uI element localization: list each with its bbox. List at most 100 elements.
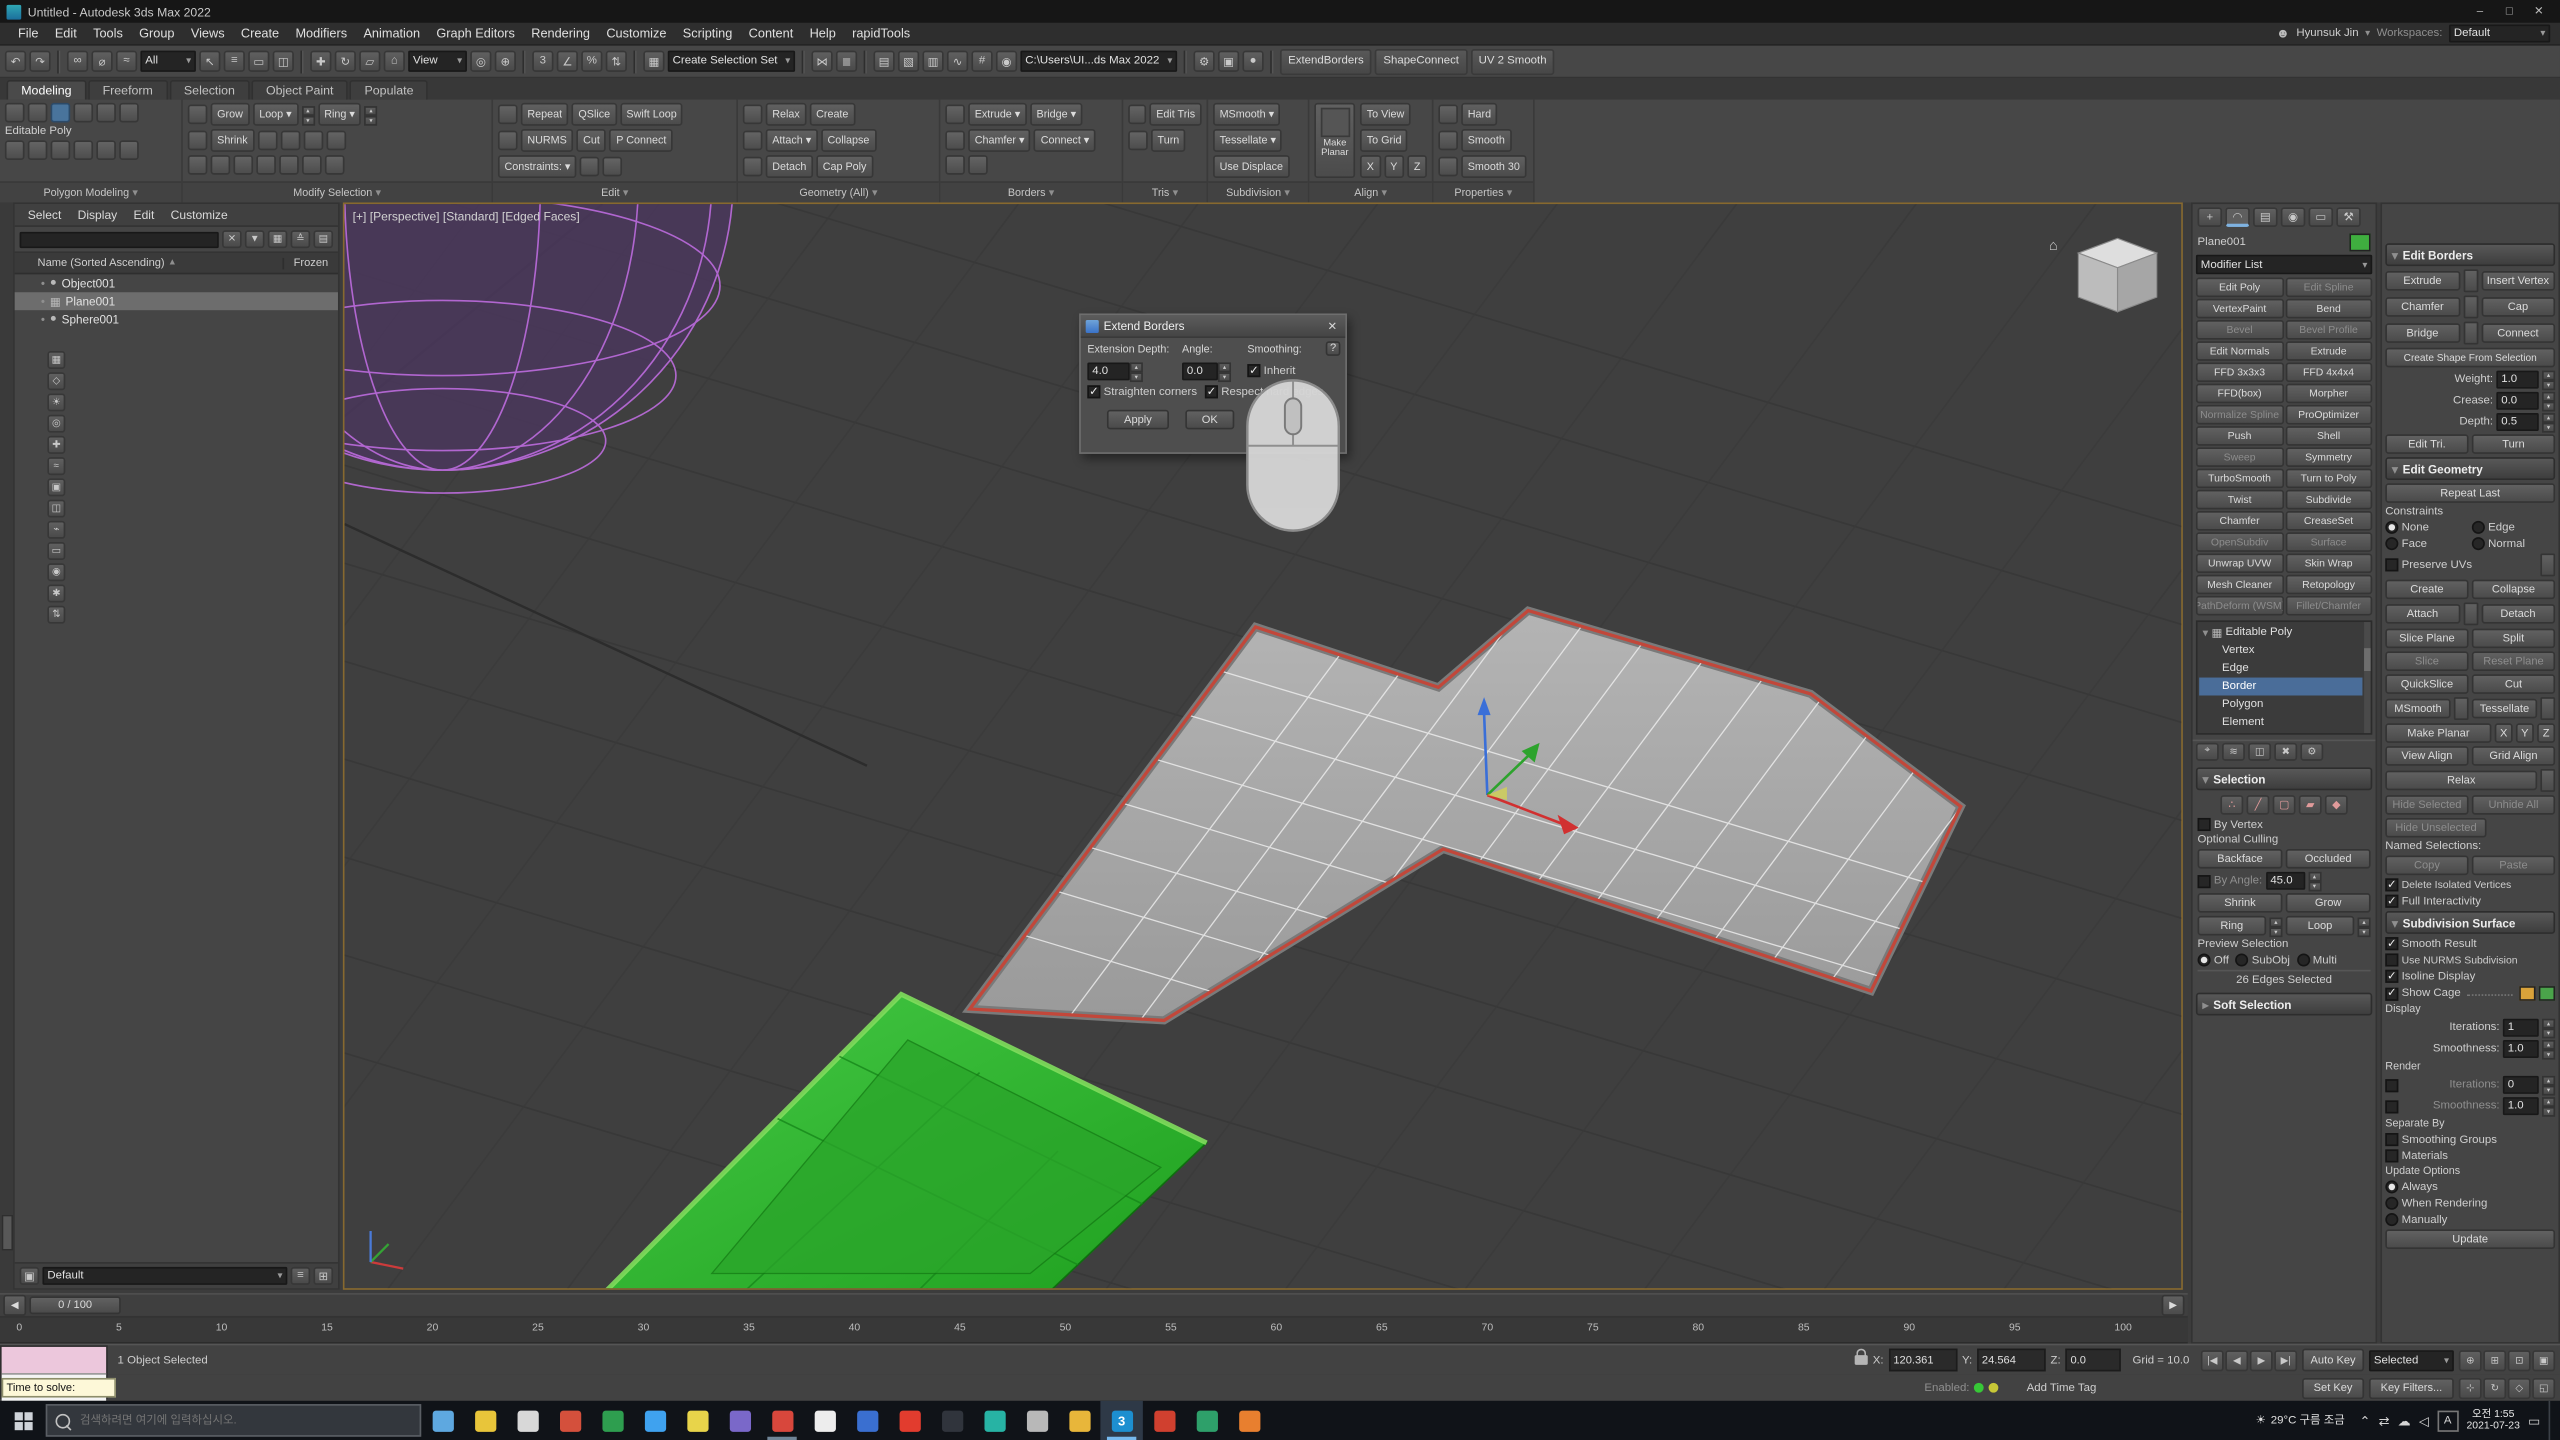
ribbon-button-y[interactable]: Y [1384, 155, 1404, 178]
edge-subobject-icon[interactable]: ╱ [2247, 795, 2270, 815]
custom-button-shapeconnect[interactable]: ShapeConnect [1375, 48, 1467, 74]
network-icon[interactable]: ⇄ [2379, 1413, 2390, 1428]
use-pivot-point-center-icon[interactable]: ◎ [470, 51, 491, 72]
ribbon-icon[interactable] [257, 131, 277, 151]
frame-tick-0[interactable]: 0 [16, 1322, 22, 1333]
ribbon-icon[interactable] [498, 131, 518, 151]
taskbar-app-icon-2[interactable] [464, 1401, 506, 1440]
by-angle-checkbox[interactable] [2198, 874, 2211, 887]
angle-snap-toggle-icon[interactable]: ∠ [557, 51, 578, 72]
modifier-button-surface[interactable]: Surface [2285, 532, 2372, 552]
ribbon-icon[interactable] [302, 155, 322, 175]
scene-object-row-object001[interactable]: •●Object001 [15, 274, 338, 292]
smooth-result-row[interactable]: Smooth Result [2385, 937, 2555, 950]
explorer-menu-display[interactable]: Display [71, 207, 124, 222]
y-coordinate-field[interactable]: 24.564 [1977, 1349, 2046, 1372]
button-cap[interactable]: Cap [2481, 297, 2555, 317]
menu-group[interactable]: Group [131, 26, 183, 41]
frame-tick-10[interactable]: 10 [216, 1322, 228, 1333]
preserve-uvs-checkbox[interactable] [2385, 558, 2398, 571]
paste-button[interactable]: Paste [2472, 856, 2555, 876]
frame-tick-75[interactable]: 75 [1587, 1322, 1599, 1333]
project-folder-dropdown[interactable]: C:\Users\UI...ds Max 2022▾ [1020, 51, 1177, 72]
remove-modifier-icon[interactable]: ✖ [2274, 743, 2297, 761]
ribbon-panel-label-align[interactable]: Align▾ [1309, 181, 1431, 202]
ribbon-button-turn[interactable]: Turn [1151, 129, 1186, 152]
frame-tick-95[interactable]: 95 [2009, 1322, 2021, 1333]
display-frozen-icon[interactable]: ✱ [47, 584, 65, 602]
view-align-button[interactable]: View Align [2385, 746, 2468, 766]
extension-depth-spinner[interactable]: ▴▾ [1130, 362, 1143, 380]
frame-tick-55[interactable]: 55 [1165, 1322, 1177, 1333]
ribbon-tab-modeling[interactable]: Modeling [7, 80, 87, 100]
select-object-icon[interactable]: ↖ [199, 51, 220, 72]
previous-frame-icon[interactable]: ◀ [2225, 1349, 2248, 1370]
notification-center-icon[interactable]: ▭ [2528, 1413, 2540, 1428]
frame-tick-15[interactable]: 15 [321, 1322, 333, 1333]
weight-field[interactable]: 1.0 [2496, 371, 2538, 389]
scene-object-row-sphere001[interactable]: •●Sphere001 [15, 310, 338, 328]
motion-tab-icon[interactable]: ◉ [2281, 207, 2305, 227]
go-to-end-icon[interactable]: ▶| [2274, 1349, 2297, 1370]
taskbar-app-icon-20[interactable] [1228, 1401, 1270, 1440]
button-insert-vertex[interactable]: Insert Vertex [2481, 271, 2555, 291]
button-split[interactable]: Split [2472, 629, 2555, 649]
settings-icon[interactable]: ▤ [313, 230, 333, 248]
frame-tick-50[interactable]: 50 [1060, 1322, 1072, 1333]
hide-unselected-button[interactable]: Hide Unselected [2385, 818, 2486, 838]
named-selection-sets-dropdown[interactable]: Create Selection Set▾ [668, 51, 795, 72]
time-slider[interactable]: ◀ 0 / 100 ▶ [0, 1293, 2188, 1317]
frame-tick-45[interactable]: 45 [954, 1322, 966, 1333]
ribbon-icon[interactable] [603, 157, 623, 177]
select-and-link-icon[interactable]: ∞ [67, 51, 88, 72]
constraint-face-radio-row[interactable]: Face [2385, 537, 2468, 550]
button-detach[interactable]: Detach [2481, 604, 2555, 624]
explorer-menu-select[interactable]: Select [21, 207, 68, 222]
ribbon-panel-label-edit[interactable]: Edit▾ [493, 181, 736, 202]
stack-item-border[interactable]: Border [2199, 678, 2362, 696]
column-chooser-icon[interactable]: ▦ [268, 230, 288, 248]
ribbon-button-ring[interactable]: Ring ▾ [318, 103, 362, 126]
go-to-start-icon[interactable]: |◀ [2201, 1349, 2224, 1370]
modifier-button-edit-normals[interactable]: Edit Normals [2196, 341, 2283, 361]
filter-dropdown-icon[interactable]: ▼ [245, 230, 265, 248]
ime-indicator[interactable]: A [2437, 1410, 2458, 1431]
element-subobject-icon[interactable]: ◆ [2325, 795, 2348, 815]
maximize-viewport-toggle-icon[interactable]: ◱ [2532, 1377, 2555, 1398]
ribbon-button-relax[interactable]: Relax [766, 103, 807, 126]
explorer-menu-customize[interactable]: Customize [164, 207, 234, 222]
preview-off-radio-row[interactable]: Off [2198, 953, 2229, 966]
stack-scrollbar[interactable] [2364, 622, 2371, 733]
chamfer-settings-box[interactable] [2463, 296, 2478, 319]
frame-tick-5[interactable]: 5 [116, 1322, 122, 1333]
selected-set-dropdown[interactable]: Selected▾ [2369, 1349, 2454, 1370]
ribbon-icon[interactable] [743, 157, 763, 177]
ribbon-icon[interactable] [279, 155, 299, 175]
toggle-layer-explorer-icon[interactable]: ▧ [898, 51, 919, 72]
attach-settings-box[interactable] [2463, 602, 2478, 625]
button-extrude[interactable]: Extrude [2385, 271, 2459, 291]
button-chamfer[interactable]: Chamfer [2385, 297, 2459, 317]
taskbar-app-icon-17[interactable]: 3 [1100, 1401, 1142, 1440]
edit-named-selection-sets-icon[interactable]: ▦ [643, 51, 664, 72]
ring-button[interactable]: Ring [2198, 916, 2267, 936]
straighten-corners-row[interactable]: Straighten corners [1087, 385, 1197, 398]
use-nurms-row[interactable]: Use NURMS Subdivision [2385, 953, 2555, 966]
start-button[interactable] [0, 1401, 46, 1440]
respect-hard-edges-checkbox[interactable] [1205, 385, 1218, 398]
make-planar-z-button[interactable]: Z [2537, 723, 2555, 743]
modifier-button-mesh-cleaner[interactable]: Mesh Cleaner [2196, 575, 2283, 595]
set-key-button[interactable]: Set Key [2302, 1377, 2364, 1398]
ribbon-button-use-displace[interactable]: Use Displace [1213, 155, 1290, 178]
green-plane-object[interactable] [606, 994, 1207, 1290]
show-end-result-icon[interactable]: ≋ [2222, 743, 2245, 761]
clear-search-icon[interactable]: ✕ [222, 230, 242, 248]
ribbon-icon[interactable] [945, 104, 965, 124]
dock-grip[interactable] [2, 1215, 13, 1251]
ribbon-button-grow[interactable]: Grow [211, 103, 250, 126]
stack-item-editable-poly[interactable]: ▾▦Editable Poly [2199, 624, 2362, 642]
display-xrefs-icon[interactable]: ◫ [47, 500, 65, 518]
percent-snap-toggle-icon[interactable]: % [581, 51, 602, 72]
ribbon-button-to-view[interactable]: To View [1360, 103, 1411, 126]
full-interactivity-checkbox[interactable] [2385, 895, 2398, 908]
